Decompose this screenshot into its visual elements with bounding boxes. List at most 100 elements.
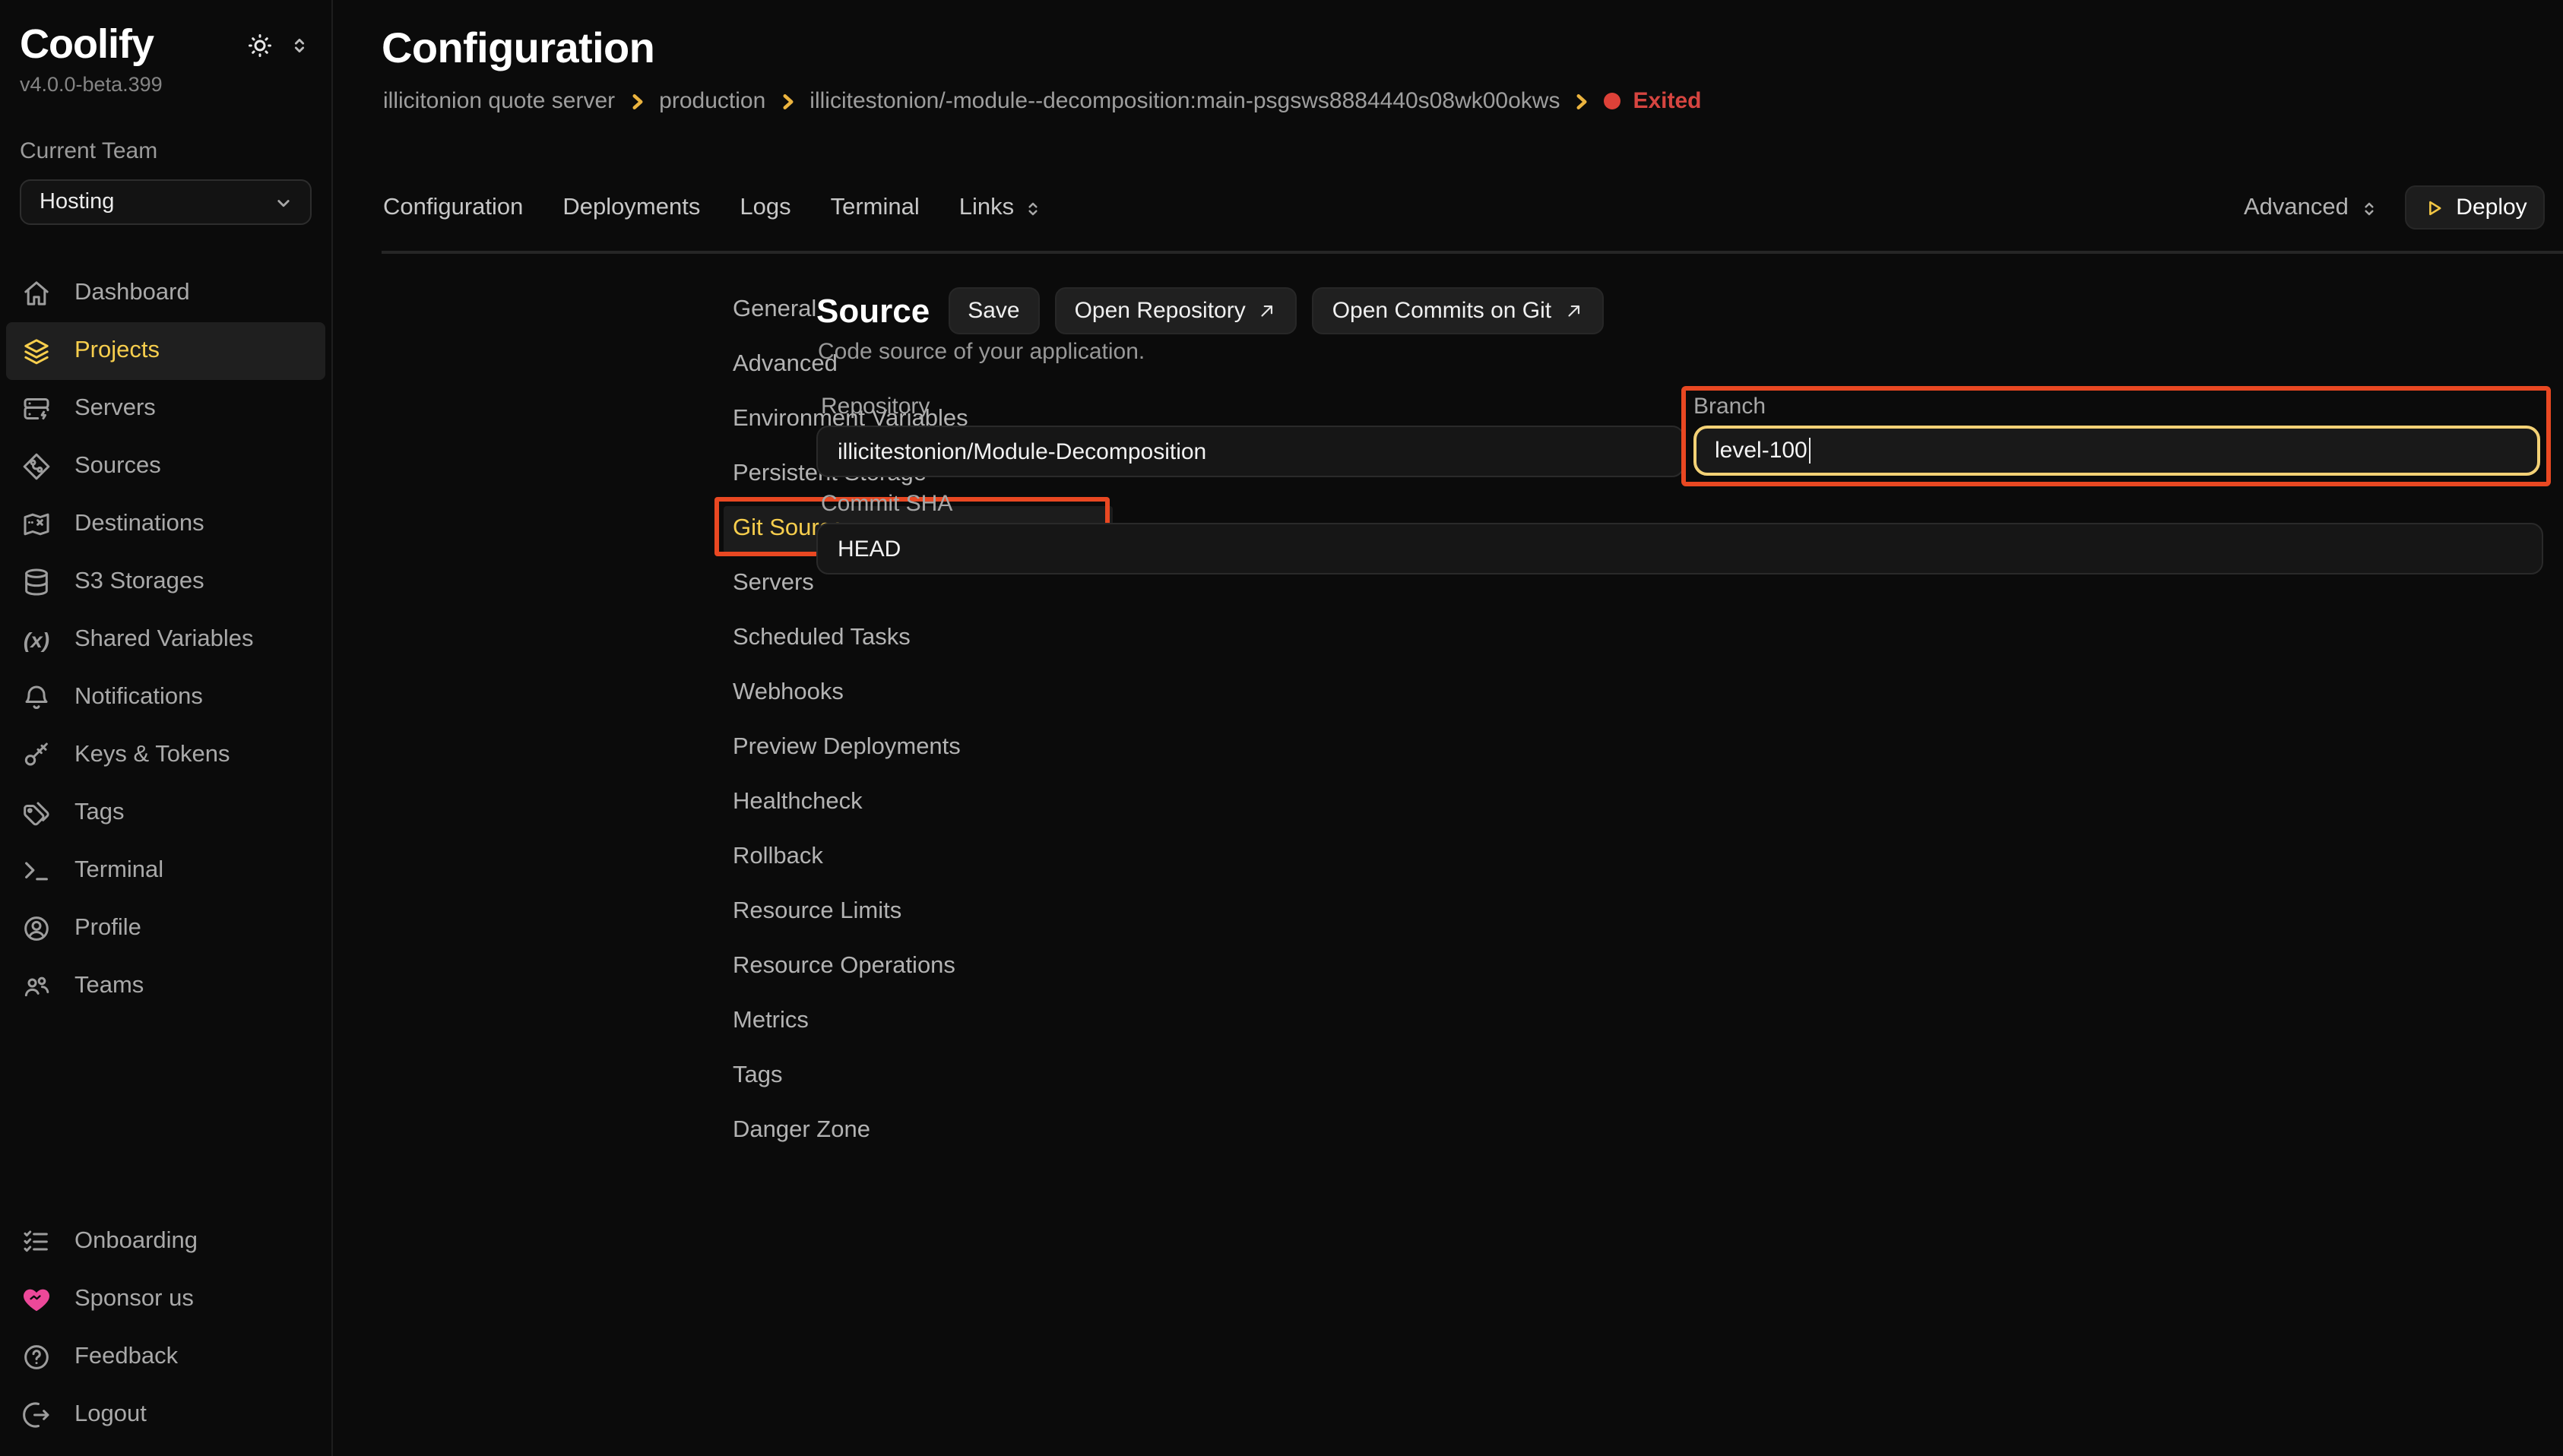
subnav-item-rollback[interactable]: Rollback xyxy=(724,830,1113,885)
deploy-button[interactable]: Deploy xyxy=(2405,185,2545,229)
sidebar-item-label: Destinations xyxy=(74,511,204,538)
breadcrumb-environment[interactable]: production xyxy=(659,88,765,114)
tab-deployments[interactable]: Deployments xyxy=(562,195,700,222)
sidebar-item-projects[interactable]: Projects xyxy=(6,322,325,380)
sidebar-item-label: Teams xyxy=(74,973,144,1000)
source-description: Code source of your application. xyxy=(818,339,1145,365)
sidebar-item-label: Tags xyxy=(74,799,125,827)
sidebar-item-onboarding[interactable]: Onboarding xyxy=(0,1213,331,1271)
tab-configuration[interactable]: Configuration xyxy=(383,195,523,222)
subnav-item-tags[interactable]: Tags xyxy=(724,1049,1113,1103)
commit-sha-input[interactable] xyxy=(816,523,2543,574)
layers-icon xyxy=(21,336,52,366)
repository-label: Repository xyxy=(821,394,930,419)
app-version: v4.0.0-beta.399 xyxy=(0,68,331,96)
save-button[interactable]: Save xyxy=(948,287,1039,334)
sidebar-item-tags[interactable]: Tags xyxy=(0,784,331,842)
sidebar-item-sources[interactable]: Sources xyxy=(0,438,331,495)
subnav-item-resource-limits[interactable]: Resource Limits xyxy=(724,885,1113,939)
subnav-item-preview-deployments[interactable]: Preview Deployments xyxy=(724,720,1113,775)
sidebar-item-dashboard[interactable]: Dashboard xyxy=(0,264,331,322)
user-circle-icon xyxy=(21,913,52,944)
subnav-item-metrics[interactable]: Metrics xyxy=(724,994,1113,1049)
sidebar-item-label: Projects xyxy=(74,337,160,365)
open-repository-button[interactable]: Open Repository xyxy=(1055,287,1297,334)
branch-value: level-100 xyxy=(1715,438,1807,464)
team-select-value: Hosting xyxy=(40,190,114,214)
key-icon xyxy=(21,740,52,771)
sidebar-item-label: Shared Variables xyxy=(74,626,254,654)
advanced-dropdown[interactable]: Advanced xyxy=(2244,185,2379,231)
terminal-icon xyxy=(21,856,52,886)
sidebar-item-label: Onboarding xyxy=(74,1228,198,1255)
branch-label: Branch xyxy=(1693,394,1766,419)
breadcrumb-resource[interactable]: illicitestonion/-module--decomposition:m… xyxy=(809,88,1560,114)
repository-input[interactable] xyxy=(816,426,1684,477)
sidebar-item-feedback[interactable]: Feedback xyxy=(0,1328,331,1386)
sidebar-item-label: Feedback xyxy=(74,1344,178,1371)
chevrons-up-down-icon xyxy=(1023,198,1043,218)
sidebar-item-shared-variables[interactable]: (x) Shared Variables xyxy=(0,611,331,669)
tab-links[interactable]: Links xyxy=(959,195,1043,222)
sidebar-item-label: Logout xyxy=(74,1401,147,1429)
external-link-icon xyxy=(1258,301,1278,321)
help-circle-icon xyxy=(21,1342,52,1372)
source-header: Source Save Open Repository Open Commits… xyxy=(816,287,1603,334)
tab-logs[interactable]: Logs xyxy=(740,195,790,222)
breadcrumb-project[interactable]: illicitonion quote server xyxy=(383,88,615,114)
sidebar-item-terminal[interactable]: Terminal xyxy=(0,842,331,900)
advanced-label: Advanced xyxy=(2244,195,2349,222)
subnav-item-resource-operations[interactable]: Resource Operations xyxy=(724,939,1113,994)
sidebar-nav: Dashboard Projects Servers Sources Desti… xyxy=(0,264,331,1015)
text-caret xyxy=(1809,438,1811,464)
app-logo: Coolify xyxy=(20,21,154,68)
branch-input[interactable]: level-100 xyxy=(1693,426,2540,476)
sidebar-item-label: Keys & Tokens xyxy=(74,742,230,769)
sidebar-item-profile[interactable]: Profile xyxy=(0,900,331,957)
sidebar-item-label: Sponsor us xyxy=(74,1286,194,1313)
open-commits-button[interactable]: Open Commits on Git xyxy=(1313,287,1603,334)
sidebar-item-keys-tokens[interactable]: Keys & Tokens xyxy=(0,726,331,784)
tab-terminal[interactable]: Terminal xyxy=(831,195,920,222)
users-icon xyxy=(21,971,52,1002)
sidebar-footer-nav: Onboarding Sponsor us Feedback Logout xyxy=(0,1213,331,1456)
chevron-right-icon xyxy=(1573,92,1590,110)
external-link-icon xyxy=(1563,301,1583,321)
main-content: Configuration illicitonion quote server … xyxy=(334,0,2563,1456)
subnav-item-scheduled-tasks[interactable]: Scheduled Tasks xyxy=(724,611,1113,666)
sidebar-item-sponsor-us[interactable]: Sponsor us xyxy=(0,1271,331,1328)
sidebar-item-label: Dashboard xyxy=(74,280,190,307)
theme-sun-icon[interactable] xyxy=(246,31,274,59)
chevron-right-icon xyxy=(779,92,796,110)
team-select[interactable]: Hosting xyxy=(20,179,312,225)
subnav-item-healthcheck[interactable]: Healthcheck xyxy=(724,775,1113,830)
sidebar-item-servers[interactable]: Servers xyxy=(0,380,331,438)
chevron-right-icon xyxy=(629,92,645,110)
sidebar-item-label: Profile xyxy=(74,915,141,942)
subnav-item-danger-zone[interactable]: Danger Zone xyxy=(724,1103,1113,1158)
bell-icon xyxy=(21,682,52,713)
server-icon xyxy=(21,394,52,424)
heart-hands-icon xyxy=(21,1284,52,1315)
sidebar-item-label: S3 Storages xyxy=(74,568,204,596)
sidebar-item-s3-storages[interactable]: S3 Storages xyxy=(0,553,331,611)
resource-tabs: Configuration Deployments Logs Terminal … xyxy=(383,185,1043,231)
subnav-item-webhooks[interactable]: Webhooks xyxy=(724,666,1113,720)
sidebar-item-logout[interactable]: Logout xyxy=(0,1386,331,1444)
git-source-icon xyxy=(21,451,52,482)
commit-sha-label: Commit SHA xyxy=(821,491,952,517)
status-badge: Exited xyxy=(1604,88,1701,114)
variable-icon: (x) xyxy=(21,628,52,652)
current-team-label: Current Team xyxy=(0,138,331,164)
breadcrumb: illicitonion quote server production ill… xyxy=(383,88,1702,114)
deploy-label: Deploy xyxy=(2456,195,2527,220)
sidebar-item-notifications[interactable]: Notifications xyxy=(0,669,331,726)
status-dot-icon xyxy=(1604,93,1620,109)
theme-switcher-chevrons-icon[interactable] xyxy=(289,34,310,55)
sidebar-item-label: Sources xyxy=(74,453,161,480)
tabs-divider xyxy=(382,251,2563,254)
chevrons-up-down-icon xyxy=(2359,198,2379,218)
tags-icon xyxy=(21,798,52,828)
sidebar-item-destinations[interactable]: Destinations xyxy=(0,495,331,553)
sidebar-item-teams[interactable]: Teams xyxy=(0,957,331,1015)
